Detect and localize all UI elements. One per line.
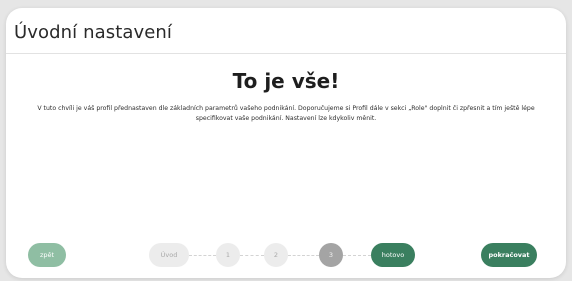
step-connector — [189, 255, 216, 256]
step-3[interactable]: 3 — [319, 243, 343, 267]
step-1[interactable]: 1 — [216, 243, 240, 267]
step-intro[interactable]: Úvod — [149, 243, 189, 267]
card-title: Úvodní nastavení — [14, 22, 173, 43]
completion-description: V tuto chvíli je váš profil přednastaven… — [37, 105, 535, 122]
step-connector — [343, 255, 371, 256]
setup-card: Úvodní nastavení To je vše! V tuto chvíl… — [6, 8, 566, 278]
step-connector — [240, 255, 264, 256]
step-2[interactable]: 2 — [264, 243, 288, 267]
continue-button[interactable]: pokračovat — [481, 243, 537, 267]
step-connector — [288, 255, 319, 256]
title-divider — [6, 53, 566, 54]
completion-heading: To je vše! — [232, 69, 340, 93]
step-done[interactable]: hotovo — [371, 243, 415, 267]
